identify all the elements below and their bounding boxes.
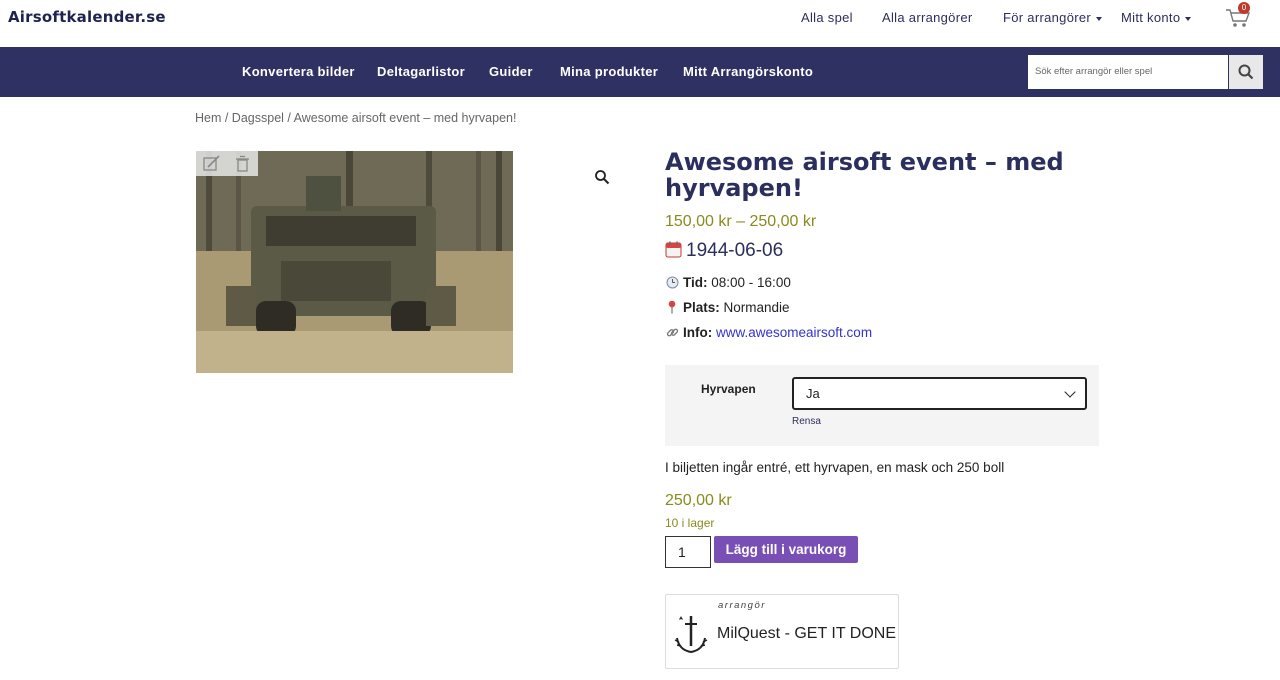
zoom-icon[interactable] (594, 169, 610, 185)
place-value: Normandie (723, 300, 790, 315)
edit-icon[interactable] (203, 155, 220, 171)
pin-icon (665, 300, 679, 315)
info-link[interactable]: www.awesomeairsoft.com (716, 325, 872, 340)
search-input[interactable]: Sök efter arrangör eller spel (1028, 55, 1228, 89)
clear-variation-link[interactable]: Rensa (792, 416, 821, 427)
search-icon (1238, 64, 1254, 80)
calendar-icon (665, 241, 682, 258)
nav-mitt-konto[interactable]: Mitt konto (1121, 10, 1192, 28)
event-date: 1944-06-06 (665, 240, 783, 262)
quantity-input[interactable]: 1 (665, 536, 711, 568)
link-icon (665, 325, 679, 340)
cart-count-badge: 0 (1238, 2, 1250, 14)
trash-icon[interactable] (236, 155, 249, 172)
nav-alla-spel[interactable]: Alla spel (801, 10, 853, 28)
image-toolbar (196, 151, 258, 176)
nav-guider[interactable]: Guider (489, 64, 533, 79)
info-label: Info: (683, 325, 713, 340)
nav-mitt-konto-label: Mitt konto (1121, 10, 1181, 25)
site-logo[interactable]: Airsoftkalender.se (8, 8, 166, 26)
variation-description: I biljetten ingår entré, ett hyrvapen, e… (665, 460, 1005, 475)
time-value: 08:00 - 16:00 (711, 275, 791, 290)
nav-deltagarlistor[interactable]: Deltagarlistor (377, 64, 465, 79)
nav-mitt-arrangorskonto[interactable]: Mitt Arrangörskonto (683, 64, 813, 79)
event-date-value: 1944-06-06 (686, 240, 784, 261)
top-header: Airsoftkalender.se Alla spel Alla arrang… (0, 0, 1280, 47)
stock-status: 10 i lager (665, 516, 715, 530)
nav-mina-produkter[interactable]: Mina produkter (560, 64, 658, 79)
time-label: Tid: (683, 275, 708, 290)
product-image[interactable] (196, 151, 513, 373)
clock-icon (665, 275, 679, 290)
variation-price: 250,00 kr (665, 492, 732, 509)
hyrvapen-select[interactable]: Ja (792, 377, 1087, 410)
nav-alla-arrangorer[interactable]: Alla arrangörer (882, 10, 973, 28)
event-place: Plats: Normandie (665, 300, 790, 315)
price-range: 150,00 kr – 250,00 kr (665, 213, 817, 230)
organizer-tag: arrangör (718, 600, 766, 611)
nav-for-arrangorer-label: För arrangörer (1003, 10, 1092, 25)
add-to-cart-button[interactable]: Lägg till i varukorg (714, 536, 858, 563)
search-button[interactable] (1229, 55, 1263, 89)
variation-label: Hyrvapen (701, 382, 756, 396)
organizer-name[interactable]: MilQuest - GET IT DONE (717, 625, 896, 643)
nav-for-arrangorer[interactable]: För arrangörer (1003, 10, 1103, 28)
chevron-down-icon (1096, 16, 1103, 21)
product-title: Awesome airsoft event – med hyrvapen! (665, 148, 1064, 202)
event-info: Info: www.awesomeairsoft.com (665, 325, 872, 340)
chevron-down-icon (1185, 16, 1192, 21)
breadcrumb[interactable]: Hem / Dagsspel / Awesome airsoft event –… (195, 111, 516, 125)
place-label: Plats: (683, 300, 720, 315)
organizer-logo (674, 616, 708, 654)
event-time: Tid: 08:00 - 16:00 (665, 275, 791, 290)
nav-konvertera-bilder[interactable]: Konvertera bilder (242, 64, 355, 79)
